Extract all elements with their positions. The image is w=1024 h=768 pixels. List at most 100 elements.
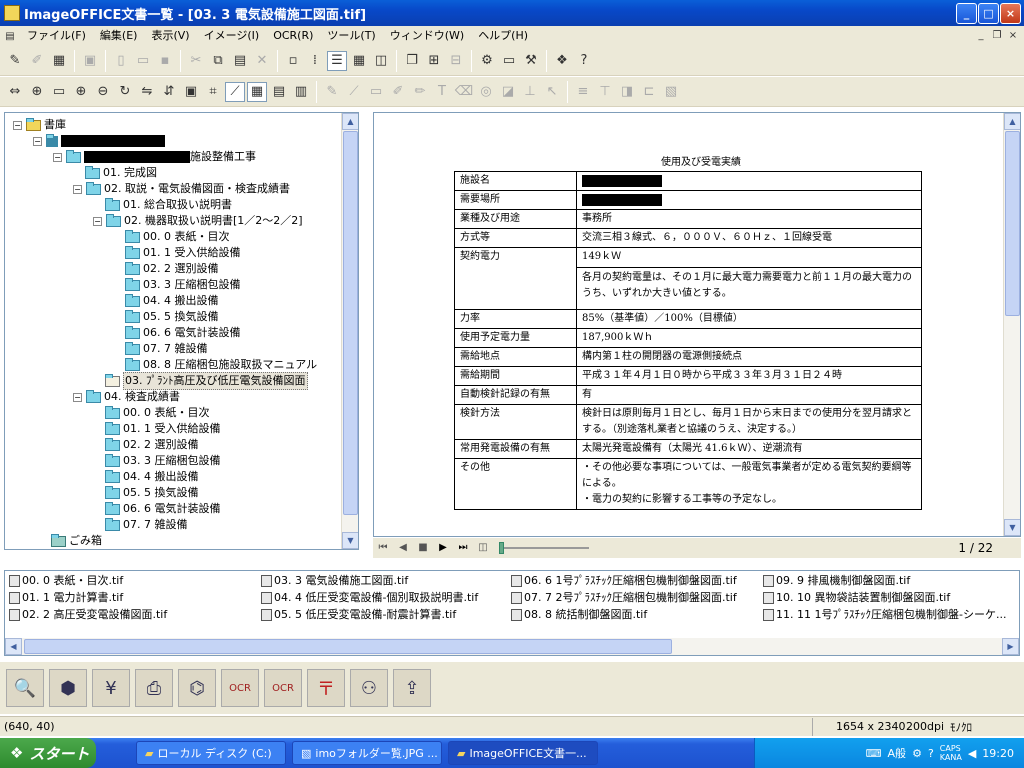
file-item[interactable]: 07. 7 2号ﾌﾟﾗｽﾁｯｸ圧縮梱包機制御盤図面.tif (511, 590, 737, 606)
menu-image[interactable]: イメージ(I) (197, 26, 267, 46)
print-annot-icon[interactable]: ▧ (661, 82, 681, 102)
tree-node[interactable]: 01. 1 受入供給設備 (125, 245, 241, 261)
maximize-button[interactable]: □ (978, 3, 999, 24)
scroll-thumb[interactable] (24, 639, 672, 654)
tree-node[interactable]: 07. 7 雑設備 (105, 517, 188, 533)
tree-node[interactable]: 04. 4 搬出設備 (105, 469, 199, 485)
document-viewer[interactable]: 使用及び受電実績 施設名 需要場所 業種及び用途 事務所 方式等 交流三相３線式、６，００… (373, 112, 1021, 537)
tree-node[interactable]: 06. 6 電気計装設備 (125, 325, 241, 341)
last-page-icon[interactable]: ⏭ (453, 540, 473, 556)
collapse-icon[interactable]: − (93, 216, 102, 226)
minimize-button[interactable]: _ (956, 3, 977, 24)
pointer-icon[interactable]: ↖ (542, 82, 562, 102)
book-icon[interactable]: ❖ (552, 51, 572, 71)
tree-node[interactable]: 02. 2 選別設備 (125, 261, 219, 277)
scroll-right-icon[interactable]: ▶ (1002, 638, 1019, 655)
scanner-icon[interactable]: ⌬ (178, 669, 216, 707)
attach-icon[interactable]: ⊏ (639, 82, 659, 102)
line-icon[interactable]: ⟋ (344, 82, 364, 102)
viewer-scrollbar[interactable]: ▲ ▼ (1003, 113, 1020, 536)
prev-page-icon[interactable]: ◀ (393, 540, 413, 556)
card-icon[interactable]: ▭ (499, 51, 519, 71)
sticky-note-icon[interactable]: ◪ (498, 82, 518, 102)
rotate-icon[interactable]: ↻ (115, 82, 135, 102)
collapse-icon[interactable]: − (13, 120, 22, 130)
cut-icon[interactable]: ✂ (186, 51, 206, 71)
file-item[interactable]: 03. 3 電気設備施工図面.tif (261, 573, 408, 589)
file-item[interactable]: 10. 10 異物袋詰装置制御盤図面.tif (763, 590, 950, 606)
flip-horizontal-icon[interactable]: ⇋ (137, 82, 157, 102)
tree-node-project[interactable]: − (33, 133, 165, 149)
collapse-icon[interactable]: − (73, 392, 82, 402)
tools-icon[interactable]: ⚒ (521, 51, 541, 71)
menu-window[interactable]: ウィンドウ(W) (383, 26, 471, 46)
printer-icon[interactable]: ⎙ (135, 669, 173, 707)
scroll-down-icon[interactable]: ▼ (1004, 519, 1020, 536)
small-icons-view-icon[interactable]: ⁞ (305, 51, 325, 71)
tree-node[interactable]: 03. ﾌﾟﾗﾝﾄ高圧及び低圧電気設備図面 (105, 372, 308, 390)
zoom-in-icon[interactable]: ⊕ (71, 82, 91, 102)
file-item[interactable]: 01. 1 電力計算書.tif (9, 590, 123, 606)
mode-icon[interactable]: ▤ (269, 82, 289, 102)
layer-icon[interactable]: ≡ (573, 82, 593, 102)
menu-tools[interactable]: ツール(T) (320, 26, 382, 46)
collapse-icon[interactable]: − (53, 152, 62, 162)
mdi-restore-button[interactable]: ❐ (990, 29, 1004, 42)
ocr-japanese-icon[interactable]: OCR (264, 669, 302, 707)
tree-node[interactable]: 04. 4 搬出設備 (125, 293, 219, 309)
box-icon[interactable]: ▭ (366, 82, 386, 102)
help-pointer-icon[interactable]: ? (574, 51, 594, 71)
tree-node-library[interactable]: − 書庫 (13, 117, 66, 133)
start-button[interactable]: ❖ スタート (0, 738, 96, 768)
collapse-icon[interactable]: − (73, 184, 82, 194)
annotation-toggle-icon[interactable]: ▦ (247, 81, 267, 102)
page-slider[interactable] (499, 542, 589, 554)
scroll-down-icon[interactable]: ▼ (342, 532, 358, 549)
page-view-icon[interactable]: ◫ (473, 540, 493, 556)
tree-node[interactable]: 01. 1 受入供給設備 (105, 421, 221, 437)
tree-node[interactable]: − 04. 検査成績書 (73, 389, 180, 405)
document-icon[interactable]: ▤ (2, 29, 18, 43)
tree-node[interactable]: 05. 5 換気設備 (125, 309, 219, 325)
tree-node[interactable]: 08. 8 圧縮梱包施設取扱マニュアル (125, 357, 317, 373)
tree-node[interactable]: 02. 2 選別設備 (105, 437, 199, 453)
zoom-out-icon[interactable]: ⊖ (93, 82, 113, 102)
mdi-close-button[interactable]: × (1006, 29, 1020, 42)
search-icon[interactable]: 🔍 (6, 669, 44, 707)
scroll-up-icon[interactable]: ▲ (342, 113, 358, 130)
edit-doc-icon[interactable]: ✐ (27, 51, 47, 71)
fit-width-icon[interactable]: ⇔ (5, 82, 25, 102)
mdi-minimize-button[interactable]: _ (974, 29, 988, 42)
properties-icon[interactable]: ▦ (49, 51, 69, 71)
text-box-icon[interactable]: ⊤ (595, 82, 615, 102)
folder-tree[interactable]: − 書庫 − − 施設整備工事 01. 完成図 − 02. 取説・電気設備図面・検査… (4, 112, 359, 550)
task-imageoffice[interactable]: ▰ ImageOFFICE文書一... (448, 741, 598, 765)
save-icon[interactable]: ▪ (155, 51, 175, 71)
large-icons-view-icon[interactable]: ▫ (283, 51, 303, 71)
list-view-icon[interactable]: ☰ (327, 50, 347, 71)
yen-document-icon[interactable]: ¥ (92, 669, 130, 707)
new-file-icon[interactable]: ▯ (111, 51, 131, 71)
eraser-icon[interactable]: ⌫ (454, 82, 474, 102)
file-item[interactable]: 06. 6 1号ﾌﾟﾗｽﾁｯｸ圧縮梱包機制御盤図面.tif (511, 573, 737, 589)
crop-icon[interactable]: ⌗ (203, 82, 223, 102)
scroll-up-icon[interactable]: ▲ (1004, 113, 1020, 130)
ime-indicator[interactable]: A般 (888, 745, 907, 761)
tree-node[interactable]: 06. 6 電気計装設備 (105, 501, 221, 517)
keyboard-icon[interactable]: ⌨ (866, 747, 882, 760)
stop-icon[interactable]: ■ (413, 540, 433, 556)
tree-node[interactable]: 00. 0 表紙・目次 (105, 405, 210, 421)
menu-view[interactable]: 表示(V) (144, 26, 196, 46)
details-view-icon[interactable]: ▦ (349, 51, 369, 71)
flip-vertical-icon[interactable]: ⇵ (159, 82, 179, 102)
slider-thumb[interactable] (499, 542, 504, 554)
highlighter-icon[interactable]: ✏ (410, 82, 430, 102)
file-item[interactable]: 09. 9 排風機制御盤図面.tif (763, 573, 910, 589)
tree-node-works[interactable]: − 施設整備工事 (53, 149, 256, 165)
tree-node[interactable]: − 02. 取説・電気設備図面・検査成績書 (73, 181, 290, 197)
scroll-thumb[interactable] (343, 131, 358, 515)
seal-icon[interactable]: ⊥ (520, 82, 540, 102)
split-view-icon[interactable]: ▥ (291, 82, 311, 102)
file-list[interactable]: 00. 0 表紙・目次.tif 01. 1 電力計算書.tif 02. 2 高圧受変… (4, 570, 1020, 656)
file-item[interactable]: 04. 4 低圧受変電設備-個別取扱説明書.tif (261, 590, 478, 606)
